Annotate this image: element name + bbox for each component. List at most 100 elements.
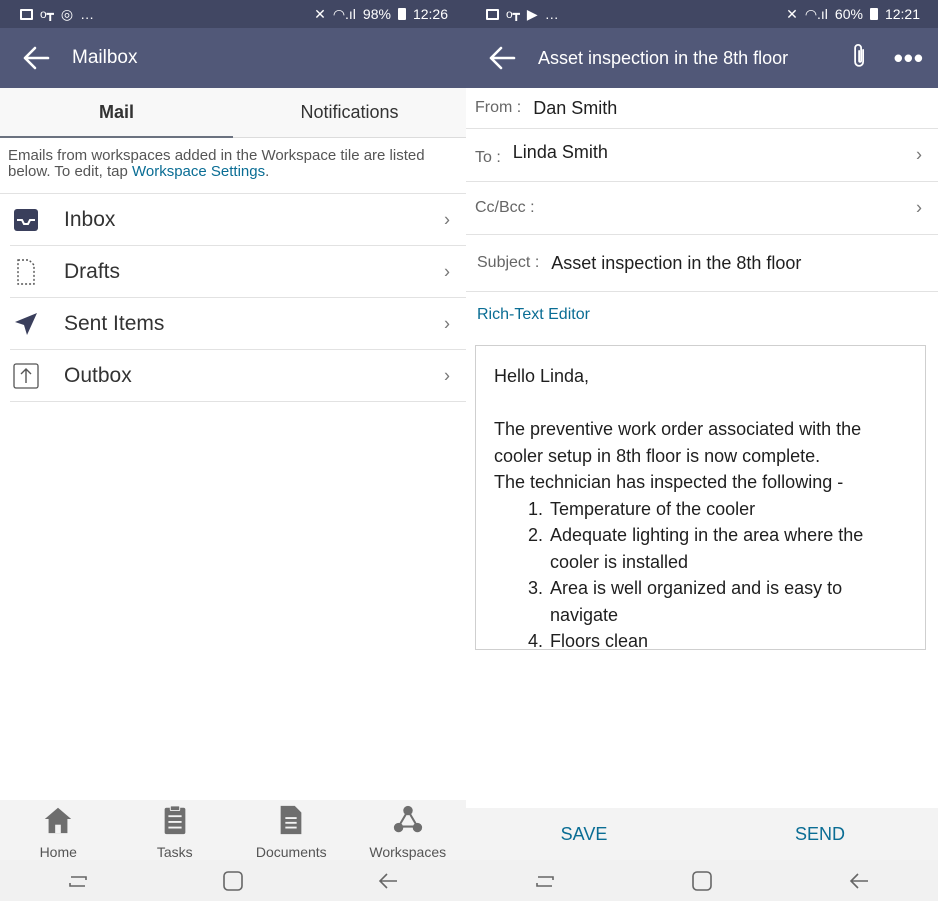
nav-workspaces[interactable]: Workspaces	[350, 800, 467, 860]
battery-icon	[397, 8, 406, 20]
back-system-icon	[379, 872, 398, 889]
youtube-icon: ▶	[526, 5, 538, 22]
list-item: Floors clean	[548, 628, 907, 649]
cc-bcc-label: Cc/Bcc :	[475, 199, 535, 216]
mute-icon: ✕	[314, 5, 326, 22]
folder-drafts[interactable]: Drafts ›	[10, 246, 466, 298]
chevron-right-icon: ›	[916, 197, 922, 218]
inspection-list: Temperature of the cooler Adequate light…	[494, 496, 907, 650]
send-button[interactable]: SEND	[702, 808, 938, 860]
nav-home-label: Home	[39, 844, 77, 860]
workspace-info: Emails from workspaces added in the Work…	[0, 138, 466, 194]
nav-home[interactable]: Home	[0, 800, 117, 860]
nav-workspaces-label: Workspaces	[369, 844, 447, 860]
mute-icon: ✕	[786, 5, 798, 22]
tab-mail[interactable]: Mail	[0, 88, 233, 138]
back-button[interactable]	[0, 28, 72, 88]
from-label: From :	[475, 99, 522, 116]
page-title: Asset inspection in the 8th floor	[538, 47, 789, 68]
chevron-right-icon: ›	[444, 261, 450, 281]
home-system-button[interactable]	[682, 866, 722, 896]
cc-bcc-field[interactable]: Cc/Bcc : ›	[466, 182, 938, 235]
back-system-button[interactable]	[368, 866, 408, 896]
chevron-right-icon: ›	[444, 209, 450, 229]
wifi-icon: ◠.ıl	[332, 5, 356, 22]
recent-apps-button[interactable]	[58, 866, 98, 896]
subject-field[interactable]: Subject : Asset inspection in the 8th fl…	[466, 235, 938, 292]
subject-input[interactable]: Asset inspection in the 8th floor	[551, 253, 801, 274]
from-field: From : Dan Smith	[466, 88, 938, 129]
battery-level: 60%	[834, 6, 863, 22]
folder-inbox[interactable]: Inbox ›	[10, 194, 466, 246]
rich-text-editor-link[interactable]: Rich-Text Editor	[466, 292, 938, 338]
folder-label: Inbox	[64, 207, 116, 231]
sent-icon	[10, 308, 42, 340]
home-system-button[interactable]	[213, 866, 253, 896]
from-value: Dan Smith	[533, 97, 618, 118]
workspace-settings-link[interactable]: Workspace Settings	[132, 163, 265, 180]
nav-tasks[interactable]: Tasks	[117, 800, 234, 860]
mailbox-screen: o┳ ◎ … ✕ ◠.ıl 98% 12:26 Mailbox Mail Not…	[0, 0, 466, 901]
list-item: Temperature of the cooler	[548, 496, 907, 523]
mailbox-tabs: Mail Notifications	[0, 88, 466, 138]
gallery-icon	[486, 8, 499, 20]
more-notifications-icon: …	[80, 6, 95, 22]
back-system-button[interactable]	[839, 866, 879, 896]
to-value[interactable]: Linda Smith	[513, 142, 608, 163]
back-button[interactable]	[466, 28, 538, 88]
body-line-1: The preventive work order associated wit…	[494, 419, 862, 466]
subject-label: Subject :	[477, 254, 540, 271]
list-item: Adequate lighting in the area where the …	[548, 522, 907, 575]
chevron-right-icon: ›	[916, 144, 922, 165]
folder-label: Outbox	[64, 363, 132, 387]
system-navigation	[466, 860, 938, 901]
outbox-icon	[10, 360, 42, 392]
folder-outbox[interactable]: Outbox ›	[10, 350, 466, 402]
workspace-info-end: .	[265, 163, 270, 180]
folder-sent-items[interactable]: Sent Items ›	[10, 298, 466, 350]
app-bar: Asset inspection in the 8th floor •••	[466, 28, 938, 88]
recent-apps-button[interactable]	[525, 866, 565, 896]
home-square-icon	[223, 870, 243, 891]
battery-level: 98%	[362, 6, 391, 22]
save-button[interactable]: SAVE	[466, 808, 702, 860]
clock: 12:21	[884, 6, 920, 22]
message-body-editor[interactable]: Hello Linda, The preventive work order a…	[475, 345, 926, 650]
to-label: To :	[475, 149, 501, 166]
folder-label: Drafts	[64, 259, 121, 283]
nav-documents-label: Documents	[255, 844, 327, 860]
to-field[interactable]: To : Linda Smith ›	[466, 129, 938, 182]
draft-icon	[10, 256, 42, 288]
documents-icon	[280, 805, 302, 835]
battery-icon	[869, 8, 878, 20]
folder-label: Sent Items	[64, 311, 165, 335]
compose-screen: o┳ ▶ … ✕ ◠.ıl 60% 12:21 Asset inspection…	[466, 0, 938, 901]
recent-apps-icon	[535, 875, 554, 887]
list-item: Area is well organized and is easy to na…	[548, 575, 907, 628]
key-icon: o┳	[506, 7, 520, 21]
nav-documents[interactable]: Documents	[233, 800, 350, 860]
sync-icon: ◎	[60, 5, 74, 22]
app-bar: Mailbox	[0, 28, 466, 88]
home-square-icon	[692, 870, 712, 891]
inbox-icon	[10, 204, 42, 236]
nav-tasks-label: Tasks	[156, 844, 193, 860]
clock: 12:26	[412, 6, 448, 22]
attachment-icon[interactable]	[838, 39, 876, 77]
chevron-right-icon: ›	[444, 365, 450, 385]
page-title: Mailbox	[72, 47, 138, 68]
workspaces-icon	[393, 805, 422, 833]
back-arrow-icon	[23, 46, 50, 70]
home-icon	[45, 807, 72, 834]
more-options-icon[interactable]: •••	[894, 43, 924, 74]
chevron-right-icon: ›	[444, 313, 450, 333]
tab-notifications[interactable]: Notifications	[233, 88, 466, 137]
recent-apps-icon	[68, 875, 87, 887]
status-bar: o┳ ▶ … ✕ ◠.ıl 60% 12:21	[466, 0, 938, 28]
back-arrow-icon	[489, 46, 516, 70]
body-line-2: The technician has inspected the followi…	[494, 472, 844, 492]
status-bar: o┳ ◎ … ✕ ◠.ıl 98% 12:26	[0, 0, 466, 28]
body-greeting: Hello Linda,	[494, 366, 590, 386]
bottom-navigation: Home Tasks Documents Workspaces	[0, 800, 466, 860]
gallery-icon	[20, 8, 33, 20]
